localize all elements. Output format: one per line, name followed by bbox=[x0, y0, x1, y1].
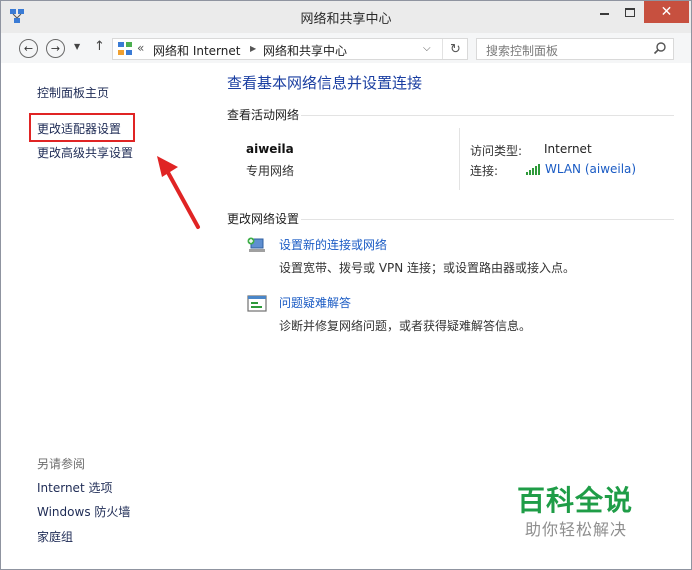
search-box[interactable]: 搜索控制面板 bbox=[476, 38, 674, 60]
setup-new-connection-description: 设置宽带、拨号或 VPN 连接；或设置路由器或接入点。 bbox=[279, 261, 576, 275]
wifi-signal-icon bbox=[526, 164, 540, 175]
access-type-label: 访问类型: bbox=[470, 144, 523, 158]
title-bar: 网络和共享中心 ✕ bbox=[1, 1, 691, 33]
breadcrumb-network-sharing-center[interactable]: 网络和共享中心 bbox=[263, 42, 347, 59]
maximize-button[interactable] bbox=[617, 1, 643, 23]
troubleshoot-link[interactable]: 问题疑难解答 bbox=[279, 294, 351, 311]
maximize-icon bbox=[625, 7, 635, 17]
minimize-icon bbox=[599, 13, 609, 15]
window-title: 网络和共享中心 bbox=[300, 12, 392, 27]
troubleshoot-icon bbox=[247, 295, 267, 312]
control-panel-icon bbox=[118, 42, 132, 55]
left-sidebar: 控制面板主页 更改适配器设置 更改高级共享设置 另请参阅 Internet 选项… bbox=[1, 63, 219, 570]
search-placeholder[interactable]: 搜索控制面板 bbox=[486, 42, 558, 59]
network-category: 专用网络 bbox=[246, 164, 295, 178]
change-settings-header: 更改网络设置 bbox=[227, 212, 300, 226]
page-title: 查看基本网络信息并设置连接 bbox=[227, 74, 423, 92]
section-divider bbox=[301, 115, 674, 116]
connection-label: 连接: bbox=[470, 164, 499, 178]
section-divider bbox=[301, 219, 674, 220]
close-button[interactable]: ✕ bbox=[644, 1, 689, 23]
sidebar-link-advanced-sharing[interactable]: 更改高级共享设置 bbox=[37, 144, 133, 161]
back-arrow-icon: ← bbox=[23, 42, 34, 55]
recent-locations-dropdown-icon[interactable]: ▼ bbox=[74, 42, 80, 51]
watermark-logo-text: 百科全说 bbox=[517, 484, 634, 517]
breadcrumb-separator-icon[interactable]: ▶ bbox=[250, 44, 256, 53]
refresh-button[interactable]: ↻ bbox=[442, 39, 468, 59]
sidebar-link-homegroup[interactable]: 家庭组 bbox=[37, 528, 73, 545]
network-info-divider bbox=[459, 128, 460, 190]
forward-arrow-icon: → bbox=[50, 42, 61, 55]
sidebar-link-control-panel-home[interactable]: 控制面板主页 bbox=[37, 84, 109, 101]
address-bar[interactable]: « 网络和 Internet ▶ 网络和共享中心 ⌵ ↻ bbox=[112, 38, 468, 60]
close-icon: ✕ bbox=[660, 4, 673, 20]
forward-button[interactable]: → bbox=[46, 39, 65, 58]
red-annotation-arrow bbox=[157, 156, 200, 229]
up-button[interactable]: ↑ bbox=[94, 39, 105, 54]
network-sharing-center-window: 网络和共享中心 ✕ ← → ▼ ↑ « 网络和 Internet ▶ 网络和共享… bbox=[0, 0, 692, 570]
network-setup-icon bbox=[247, 237, 265, 252]
minimize-button[interactable] bbox=[591, 1, 617, 23]
sidebar-link-internet-options[interactable]: Internet 选项 bbox=[37, 479, 112, 496]
sidebar-link-change-adapter-settings[interactable]: 更改适配器设置 bbox=[37, 120, 121, 137]
sidebar-link-windows-firewall[interactable]: Windows 防火墙 bbox=[37, 503, 130, 520]
access-type-value: Internet bbox=[544, 142, 592, 156]
navigation-bar: ← → ▼ ↑ « 网络和 Internet ▶ 网络和共享中心 ⌵ ↻ 搜索控… bbox=[1, 33, 691, 63]
see-also-label: 另请参阅 bbox=[37, 457, 86, 471]
network-name: aiweila bbox=[246, 142, 294, 156]
setup-new-connection-link[interactable]: 设置新的连接或网络 bbox=[279, 236, 387, 253]
connection-wlan-link[interactable]: WLAN (aiweila) bbox=[545, 162, 636, 176]
troubleshoot-description: 诊断并修复网络问题，或者获得疑难解答信息。 bbox=[279, 319, 532, 333]
search-icon[interactable] bbox=[653, 41, 667, 55]
back-button[interactable]: ← bbox=[19, 39, 38, 58]
address-overflow-chevron[interactable]: « bbox=[137, 41, 144, 55]
breadcrumb-network-internet[interactable]: 网络和 Internet bbox=[153, 42, 240, 59]
address-dropdown-icon[interactable]: ⌵ bbox=[423, 43, 431, 54]
refresh-icon: ↻ bbox=[450, 41, 461, 57]
active-networks-header: 查看活动网络 bbox=[227, 108, 300, 122]
watermark-subtitle: 助你轻松解决 bbox=[525, 520, 628, 539]
